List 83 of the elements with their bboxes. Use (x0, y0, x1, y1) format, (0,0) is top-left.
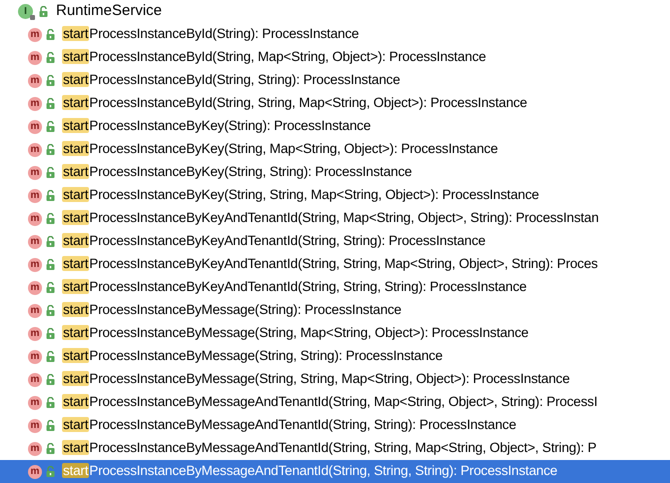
lock-icon (46, 466, 55, 477)
method-icon: m (28, 396, 42, 410)
lock-icon (46, 443, 55, 454)
method-signature: startProcessInstanceByKeyAndTenantId(String, Map<String, Object>, String): ProcessInstan (62, 209, 599, 228)
method-icon: m (28, 418, 42, 432)
method-icon: m (28, 442, 42, 456)
method-item[interactable]: m startProcessInstanceByKey(String, String, Map<String, Object>): ProcessInstance (0, 184, 670, 207)
method-item[interactable]: m startProcessInstanceByKey(String, String): ProcessInstance (0, 161, 670, 184)
method-icon: m (28, 212, 42, 226)
method-item[interactable]: m startProcessInstanceByKey(String): ProcessInstance (0, 115, 670, 138)
method-signature: startProcessInstanceByMessage(String, String): ProcessInstance (62, 347, 443, 366)
class-title: RuntimeService (56, 1, 162, 22)
method-signature: startProcessInstanceByKeyAndTenantId(String, String): ProcessInstance (62, 232, 486, 250)
lock-icon (46, 374, 55, 385)
method-item-selected[interactable]: m startProcessInstanceByMessageAndTenantId(String, String, String): ProcessInstance (0, 460, 670, 483)
method-icon: m (28, 166, 42, 180)
lock-icon (46, 144, 55, 155)
method-item[interactable]: m startProcessInstanceByMessage(String, String, Map<String, Object>): ProcessInstance (0, 368, 670, 391)
lock-icon (46, 328, 55, 339)
method-signature: startProcessInstanceByKey(String, String): ProcessInstance (62, 163, 412, 182)
method-item[interactable]: m startProcessInstanceByKey(String, Map<String, Object>): ProcessInstance (0, 138, 670, 161)
lock-icon (46, 190, 55, 201)
method-signature: startProcessInstanceByMessage(String, Map<String, Object>): ProcessInstance (62, 324, 528, 342)
method-item[interactable]: m startProcessInstanceByKeyAndTenantId(String, String, Map<String, Object>, String): Proces (0, 253, 670, 276)
method-icon: m (28, 120, 42, 134)
method-signature: startProcessInstanceById(String, String): ProcessInstance (62, 71, 400, 90)
method-signature: startProcessInstanceByMessage(String): ProcessInstance (62, 301, 402, 320)
method-item[interactable]: m startProcessInstanceByMessage(String, String): ProcessInstance (0, 345, 670, 368)
method-signature: startProcessInstanceByMessageAndTenantId(String, Map<String, Object>, String): ProcessI (62, 393, 598, 412)
method-item[interactable]: m startProcessInstanceById(String): ProcessInstance (0, 23, 670, 46)
lock-icon (46, 351, 55, 362)
method-icon: m (28, 372, 42, 386)
lock-icon (46, 52, 55, 63)
lock-icon (46, 397, 55, 408)
lock-icon (46, 236, 55, 247)
method-signature: startProcessInstanceByKeyAndTenantId(String, String, Map<String, Object>, String): Proces (62, 255, 598, 274)
method-icon: m (28, 188, 42, 202)
method-icon: m (28, 326, 42, 340)
method-signature: startProcessInstanceById(String, Map<String, Object>): ProcessInstance (62, 48, 486, 66)
lock-icon (46, 167, 55, 178)
method-item[interactable]: m startProcessInstanceByMessageAndTenantId(String, Map<String, Object>, String): ProcessI (0, 391, 670, 414)
method-icon: m (28, 28, 42, 42)
method-icon: m (28, 234, 42, 248)
method-item[interactable]: m startProcessInstanceByMessage(String): ProcessInstance (0, 299, 670, 322)
interface-icon: I (18, 4, 33, 19)
method-signature: startProcessInstanceByMessageAndTenantId(String, String, String): ProcessInstance (62, 462, 558, 480)
method-icon: m (28, 96, 42, 110)
method-signature: startProcessInstanceByKey(String, Map<String, Object>): ProcessInstance (62, 140, 498, 158)
lock-icon (46, 213, 55, 224)
method-signature: startProcessInstanceByKeyAndTenantId(String, String, String): ProcessInstance (62, 278, 527, 296)
lock-icon (46, 121, 55, 132)
method-item[interactable]: m startProcessInstanceByKeyAndTenantId(String, Map<String, Object>, String): ProcessInstan (0, 207, 670, 230)
method-icon: m (28, 258, 42, 272)
method-signature: startProcessInstanceById(String, String, Map<String, Object>): ProcessInstance (62, 94, 528, 112)
lock-icon (46, 305, 55, 316)
method-item[interactable]: m startProcessInstanceByKeyAndTenantId(String, String): ProcessInstance (0, 230, 670, 253)
method-icon: m (28, 350, 42, 364)
method-signature: startProcessInstanceByMessageAndTenantId(String, String, Map<String, Object>, String): P (62, 439, 596, 458)
method-signature: startProcessInstanceById(String): ProcessInstance (62, 25, 359, 44)
lock-icon (46, 29, 55, 40)
method-icon: m (28, 304, 42, 318)
method-item[interactable]: m startProcessInstanceByKeyAndTenantId(String, String, String): ProcessInstance (0, 276, 670, 299)
method-item[interactable]: m startProcessInstanceByMessageAndTenantId(String, String, Map<String, Object>, String): P (0, 437, 670, 460)
method-icon: m (28, 50, 42, 64)
lock-icon (46, 75, 55, 86)
method-item[interactable]: m startProcessInstanceByMessage(String, Map<String, Object>): ProcessInstance (0, 322, 670, 345)
method-signature: startProcessInstanceByMessageAndTenantId(String, String): ProcessInstance (62, 416, 516, 434)
method-item[interactable]: m startProcessInstanceById(String, Map<String, Object>): ProcessInstance (0, 46, 670, 69)
method-item[interactable]: m startProcessInstanceByMessageAndTenantId(String, String): ProcessInstance (0, 414, 670, 437)
method-signature: startProcessInstanceByKey(String): ProcessInstance (62, 117, 371, 136)
lock-icon (39, 6, 48, 17)
lock-icon (46, 420, 55, 431)
method-icon: m (28, 74, 42, 88)
method-icon: m (28, 464, 42, 478)
lock-icon (46, 282, 55, 293)
method-icon: m (28, 280, 42, 294)
lock-icon (46, 98, 55, 109)
method-signature: startProcessInstanceByMessage(String, String, Map<String, Object>): ProcessInstance (62, 370, 570, 388)
method-signature: startProcessInstanceByKey(String, String, Map<String, Object>): ProcessInstance (62, 186, 539, 204)
method-item[interactable]: m startProcessInstanceById(String, String): ProcessInstance (0, 69, 670, 92)
method-item[interactable]: m startProcessInstanceById(String, String, Map<String, Object>): ProcessInstance (0, 92, 670, 115)
method-icon: m (28, 142, 42, 156)
lock-icon (46, 259, 55, 270)
